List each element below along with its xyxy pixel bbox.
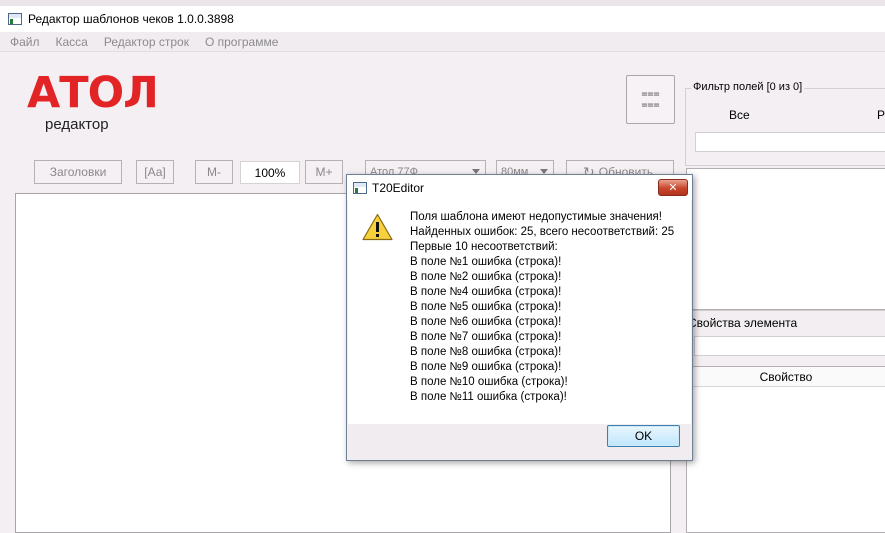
dialog-titlebar[interactable]: T20Editor ✕	[347, 175, 692, 200]
message-line: В поле №6 ошибка (строка)!	[410, 316, 562, 328]
message-line: В поле №4 ошибка (строка)!	[410, 286, 562, 298]
message-line: В поле №5 ошибка (строка)!	[410, 301, 562, 313]
properties-search-input[interactable]	[694, 336, 885, 356]
logo-sub-text: редактор	[45, 116, 109, 133]
filter-title: Фильтр полей [0 из 0]	[691, 81, 805, 93]
menu-about[interactable]: О программе	[205, 35, 278, 49]
properties-table[interactable]: Свойство	[686, 366, 885, 533]
menu-line-editor[interactable]: Редактор строк	[104, 35, 189, 49]
menu-kassa[interactable]: Касса	[56, 35, 88, 49]
message-line: В поле №10 ошибка (строка)!	[410, 376, 568, 388]
close-button[interactable]: ✕	[658, 179, 688, 196]
ok-button[interactable]: OK	[607, 425, 680, 447]
window-title: Редактор шаблонов чеков 1.0.0.3898	[28, 12, 234, 26]
field-filter-group: Фильтр полей [0 из 0] Все Р	[685, 81, 885, 168]
dialog-message: Поля шаблона имеют недопустимые значения…	[410, 210, 674, 405]
message-line: Поля шаблона имеют недопустимые значения…	[410, 211, 662, 223]
dialog-footer: OK	[348, 424, 691, 460]
logo-main-text: АТОЛ	[27, 68, 159, 118]
headers-button[interactable]: Заголовки	[34, 160, 122, 184]
font-button[interactable]: [Аа]	[136, 160, 174, 184]
warning-triangle-icon	[362, 213, 393, 241]
close-icon: ✕	[668, 182, 678, 194]
fields-list[interactable]	[686, 168, 885, 310]
dialog-body: Поля шаблона имеют недопустимые значения…	[348, 200, 691, 424]
message-line: Первые 10 несоответствий:	[410, 241, 558, 253]
filter-all-option[interactable]: Все	[729, 108, 750, 122]
message-line: В поле №11 ошибка (строка)!	[410, 391, 567, 403]
equals-icon: ===	[641, 88, 660, 100]
zoom-in-button[interactable]: M+	[305, 160, 343, 184]
menu-bar: Файл Касса Редактор строк О программе	[0, 32, 885, 52]
app-window-icon	[353, 181, 367, 194]
property-column-header[interactable]: Свойство	[687, 367, 885, 387]
filter-input[interactable]	[695, 132, 885, 152]
message-line: В поле №8 ошибка (строка)!	[410, 346, 562, 358]
layout-menu-button[interactable]: === ===	[626, 75, 675, 124]
message-line: Найденных ошибок: 25, всего несоответств…	[410, 226, 675, 238]
filter-r-option[interactable]: Р	[877, 108, 885, 122]
zoom-out-button[interactable]: M-	[195, 160, 233, 184]
window-titlebar[interactable]: Редактор шаблонов чеков 1.0.0.3898	[0, 6, 885, 32]
message-line: В поле №2 ошибка (строка)!	[410, 271, 562, 283]
filter-frame	[685, 88, 885, 166]
zoom-field[interactable]: 100%	[240, 161, 300, 184]
message-line: В поле №1 ошибка (строка)!	[410, 256, 562, 268]
equals-icon-lower: ===	[641, 99, 660, 111]
menu-file[interactable]: Файл	[10, 35, 40, 49]
dialog-title: T20Editor	[372, 180, 425, 195]
app-window-icon	[8, 13, 22, 25]
atol-logo: АТОЛ редактор	[27, 70, 167, 140]
error-dialog: T20Editor ✕ Поля шаблона имеют недопусти…	[346, 174, 693, 461]
properties-header: Свойства элемента	[686, 310, 885, 334]
message-line: В поле №9 ошибка (строка)!	[410, 361, 562, 373]
message-line: В поле №7 ошибка (строка)!	[410, 331, 562, 343]
